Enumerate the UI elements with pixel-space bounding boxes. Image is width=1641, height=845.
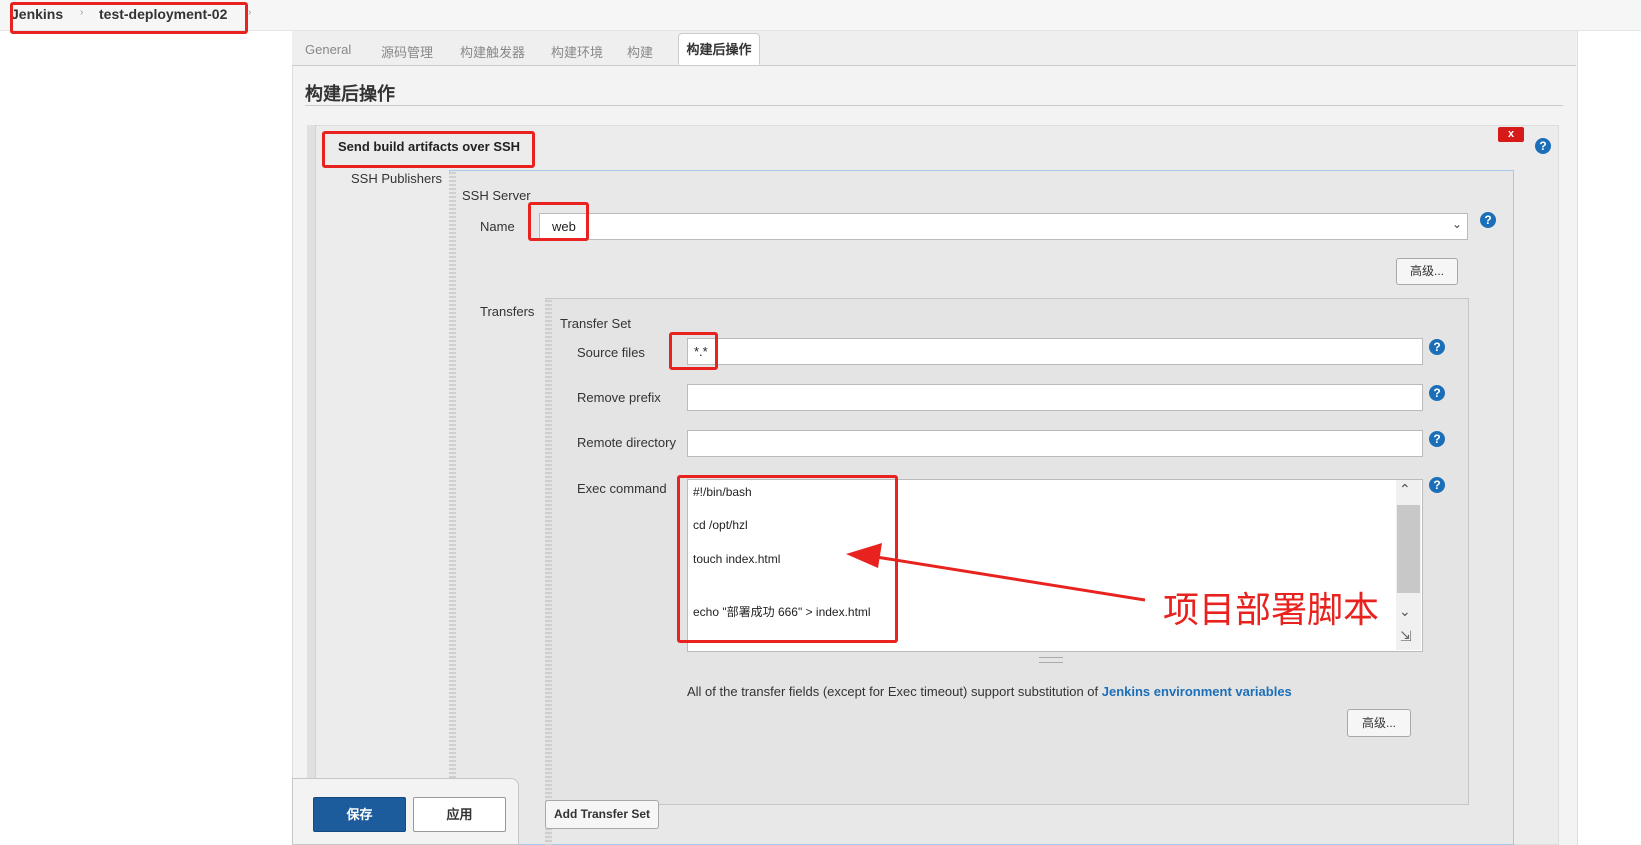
exec-line: cd /opt/hzl	[693, 518, 748, 532]
help-icon[interactable]: ?	[1535, 138, 1551, 154]
scroll-up-icon[interactable]: ⌃	[1399, 481, 1411, 498]
help-icon[interactable]: ?	[1429, 385, 1445, 401]
transfer-advanced-button[interactable]: 高级...	[1347, 709, 1411, 737]
annotation-arrow-icon	[846, 543, 1146, 602]
transfer-drag-handle[interactable]	[545, 300, 552, 845]
chevron-down-icon: ⌄	[1452, 217, 1463, 231]
save-button[interactable]: 保存	[313, 797, 406, 832]
server-name-select[interactable]	[539, 213, 1468, 240]
scroll-down-icon[interactable]: ⌄	[1399, 603, 1411, 620]
resize-handle-icon[interactable]: ⇲	[1400, 628, 1412, 645]
remove-prefix-input[interactable]	[687, 384, 1423, 411]
tab-build-triggers[interactable]: 构建触发器	[460, 42, 525, 61]
breadcrumb-project-link[interactable]: test-deployment-02	[99, 6, 227, 22]
section-divider	[305, 105, 1563, 106]
exec-scroll-thumb[interactable]	[1397, 505, 1420, 593]
exec-line: #!/bin/bash	[693, 485, 752, 499]
breadcrumb-jenkins-link[interactable]: Jenkins	[11, 6, 63, 22]
help-icon[interactable]: ?	[1429, 477, 1445, 493]
textarea-resize-grip[interactable]	[1039, 657, 1063, 663]
breadcrumb-separator-end: ›	[248, 7, 252, 18]
ssh-server-label: SSH Server	[462, 188, 531, 203]
ssh-publishers-label: SSH Publishers	[351, 171, 443, 186]
exec-command-label: Exec command	[577, 481, 667, 496]
step-drag-handle[interactable]	[307, 125, 316, 845]
source-files-label: Source files	[577, 345, 645, 360]
remove-prefix-label: Remove prefix	[577, 390, 661, 405]
server-name-label: Name	[480, 219, 515, 234]
help-icon[interactable]: ?	[1429, 339, 1445, 355]
env-variables-note-text: All of the transfer fields (except for E…	[687, 684, 1102, 699]
tab-source-code[interactable]: 源码管理	[381, 42, 433, 61]
source-files-input[interactable]: *.*	[687, 338, 1423, 365]
delete-step-button[interactable]: x	[1498, 127, 1524, 142]
help-icon[interactable]: ?	[1429, 431, 1445, 447]
transfer-set-label: Transfer Set	[560, 316, 632, 331]
exec-line: touch index.html	[693, 552, 781, 566]
remote-directory-input[interactable]	[687, 430, 1423, 457]
server-drag-handle[interactable]	[449, 172, 456, 845]
section-title: 构建后操作	[305, 84, 395, 104]
tab-build[interactable]: 构建	[627, 42, 653, 61]
ssh-step-title: Send build artifacts over SSH	[338, 139, 521, 154]
transfers-label: Transfers	[480, 304, 535, 319]
annotation-label: 项目部署脚本	[1163, 589, 1380, 630]
server-advanced-button[interactable]: 高级...	[1396, 258, 1458, 285]
env-variables-note: All of the transfer fields (except for E…	[687, 684, 1292, 699]
server-name-value: web	[552, 219, 576, 234]
remote-directory-label: Remote directory	[577, 435, 676, 450]
add-transfer-set-button[interactable]: Add Transfer Set	[545, 800, 659, 829]
tab-post-build[interactable]: 构建后操作	[678, 33, 760, 65]
tab-general[interactable]: General	[305, 42, 351, 57]
breadcrumb	[0, 0, 1641, 31]
help-icon[interactable]: ?	[1480, 212, 1496, 228]
env-variables-link[interactable]: Jenkins environment variables	[1102, 684, 1292, 699]
tab-build-environment[interactable]: 构建环境	[551, 42, 603, 61]
breadcrumb-separator: ›	[80, 7, 84, 18]
apply-button[interactable]: 应用	[413, 797, 506, 832]
